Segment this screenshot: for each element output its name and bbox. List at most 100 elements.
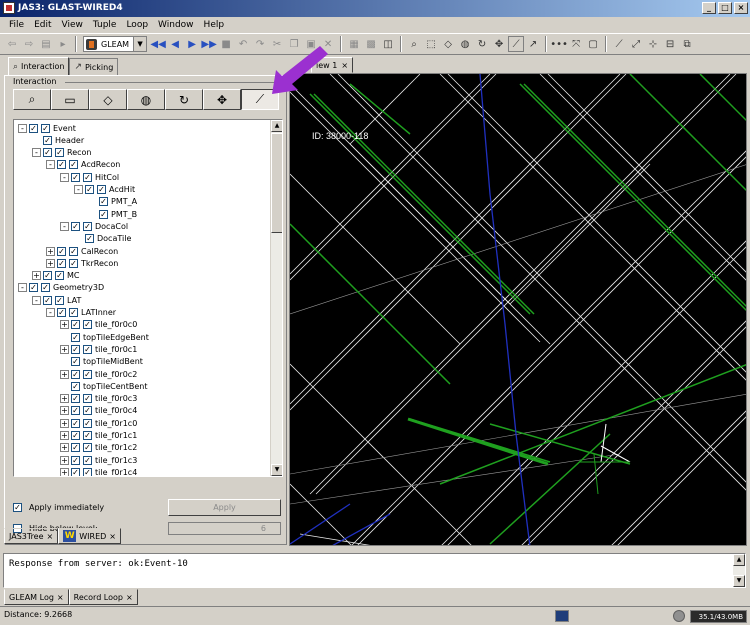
collapse-icon[interactable]: - [18,123,27,133]
tree-node[interactable]: + ✓ ✓ tile_f0r0c2 [60,368,137,380]
menu-window[interactable]: Window [153,20,199,30]
front-view-icon[interactable]: ▢ [585,36,601,52]
visibility-checkbox[interactable]: ✓ [29,283,38,293]
step-back-icon[interactable]: ◀ [167,36,183,52]
collapse-icon[interactable]: - [74,185,83,194]
select-checkbox[interactable]: ✓ [83,467,92,476]
tree-node[interactable]: + ✓ ✓ tile_f0r0c0 [60,319,137,331]
fit-icon[interactable]: ⤧ [568,36,584,52]
expand-icon[interactable]: + [60,344,69,354]
forward-icon[interactable]: ⇨ [21,36,37,52]
menu-help[interactable]: Help [199,20,230,30]
close-button[interactable]: × [734,2,748,14]
close-icon[interactable]: × [109,532,116,541]
save-icon[interactable]: ▦ [346,36,362,52]
maximize-button[interactable]: □ [718,2,732,14]
select-checkbox[interactable]: ✓ [55,271,64,281]
expand-icon[interactable]: + [60,394,69,404]
menu-edit[interactable]: Edit [29,20,56,30]
select-checkbox[interactable]: ✓ [55,295,64,305]
menu-loop[interactable]: Loop [121,20,153,30]
stop-icon[interactable]: ■ [218,36,234,52]
tree-node[interactable]: + ✓ ✓ MC [32,270,80,282]
menu-tuple[interactable]: Tuple [88,20,122,30]
collapse-icon[interactable]: - [32,295,41,305]
apply-immediately-option[interactable]: ✓ Apply immediately [13,503,104,512]
expand-icon[interactable]: + [46,258,55,268]
visibility-checkbox[interactable]: ✓ [71,455,80,465]
close-icon[interactable]: × [341,61,348,70]
visibility-checkbox[interactable]: ✓ [71,394,80,404]
tree-node[interactable]: - ✓ ✓ AcdRecon [46,159,120,171]
visibility-checkbox[interactable]: ✓ [57,246,66,256]
zoom-mode-button[interactable]: ⌕ [13,89,51,110]
expand-icon[interactable]: + [60,467,69,476]
select-checkbox[interactable]: ✓ [83,406,92,416]
apply-button[interactable]: Apply [168,499,281,516]
rotate-plane-icon[interactable]: ◇ [440,36,456,52]
sphere-icon[interactable]: ◍ [457,36,473,52]
tree-node[interactable]: + ✓ ✓ tile_f0r1c4 [60,466,137,476]
collapse-icon[interactable]: - [18,283,27,293]
expand-icon[interactable]: + [46,246,55,256]
minimize-button[interactable]: _ [702,2,716,14]
tab-jas3tree[interactable]: JAS3Tree × [4,528,59,544]
scroll-down-arrow[interactable]: ▼ [271,464,282,476]
visibility-checkbox[interactable]: ✓ [71,344,80,354]
event-display-canvas[interactable]: ID: 38000-118 [289,73,747,546]
tree-node[interactable]: ✓ DocaTile [74,233,131,245]
expand-icon[interactable]: + [60,443,69,453]
zoom-box-icon[interactable]: ⬚ [423,36,439,52]
expand-icon[interactable]: + [60,431,69,440]
apply-immediately-checkbox[interactable]: ✓ [13,503,22,512]
tree-node[interactable]: - ✓ ✓ Recon [32,147,91,159]
tree-node[interactable]: ✓ topTileCentBent [60,380,147,392]
line-icon[interactable]: ⟋ [611,36,627,52]
select-checkbox[interactable]: ✓ [99,197,108,207]
print-icon[interactable]: ▩ [363,36,379,52]
tree-node[interactable]: - ✓ ✓ DocaCol [60,220,128,232]
select-checkbox[interactable]: ✓ [55,148,64,158]
rotate-mode-button[interactable]: ↻ [165,89,203,110]
ruler-icon[interactable]: ⟋ [508,36,525,52]
chevron-down-icon[interactable]: ▼ [133,37,147,51]
tab-gleam-log[interactable]: GLEAM Log × [4,589,69,605]
tree-node[interactable]: + ✓ ✓ TkrRecon [46,257,118,269]
close-icon[interactable]: × [57,593,64,602]
collapse-icon[interactable]: - [32,148,41,158]
expand-icon[interactable]: + [60,320,69,330]
axes-icon[interactable]: ⊹ [645,36,661,52]
select-checkbox[interactable]: ✓ [83,344,92,354]
select-checkbox[interactable]: ✓ [69,308,78,317]
select-checkbox[interactable]: ✓ [83,320,92,330]
visibility-checkbox[interactable]: ✓ [43,295,52,305]
visibility-checkbox[interactable]: ✓ [71,418,80,428]
more-icon[interactable]: ••• [550,36,568,52]
close-icon[interactable]: × [126,593,133,602]
visibility-checkbox[interactable]: ✓ [43,148,52,158]
select-checkbox[interactable]: ✓ [83,172,92,182]
pick-icon[interactable]: ↗ [525,36,541,52]
visibility-checkbox[interactable]: ✓ [57,258,66,268]
expand-icon[interactable]: + [60,369,69,379]
tree-node[interactable]: + ✓ ✓ tile_f0r0c1 [60,343,137,355]
projection-icon[interactable]: ⤢ [628,36,644,52]
tree-node[interactable]: - ✓ ✓ AcdHit [74,184,135,196]
visibility-checkbox[interactable]: ✓ [71,467,80,476]
expand-icon[interactable]: + [60,406,69,416]
tree-node[interactable]: ✓ PMT_A [88,196,137,208]
select-checkbox[interactable]: ✓ [41,123,50,133]
rewind-icon[interactable]: ◀◀ [150,36,166,52]
hide-level-spinner[interactable]: 6 [168,522,281,535]
collapse-icon[interactable]: - [60,221,69,231]
back-icon[interactable]: ⇦ [4,36,20,52]
scroll-up-arrow[interactable]: ▲ [271,120,282,132]
visibility-checkbox[interactable]: ✓ [29,123,38,133]
tree-node[interactable]: + ✓ ✓ tile_f0r1c3 [60,454,137,466]
server-combo[interactable]: GLEAM ▼ [83,36,148,52]
tree-node[interactable]: ✓ topTileMidBent [60,356,143,368]
tab-record-loop[interactable]: Record Loop × [68,589,138,605]
tree-node[interactable]: - ✓ ✓ HitCol [60,171,119,183]
select-checkbox[interactable]: ✓ [71,332,80,342]
pause-icon[interactable] [555,610,569,622]
